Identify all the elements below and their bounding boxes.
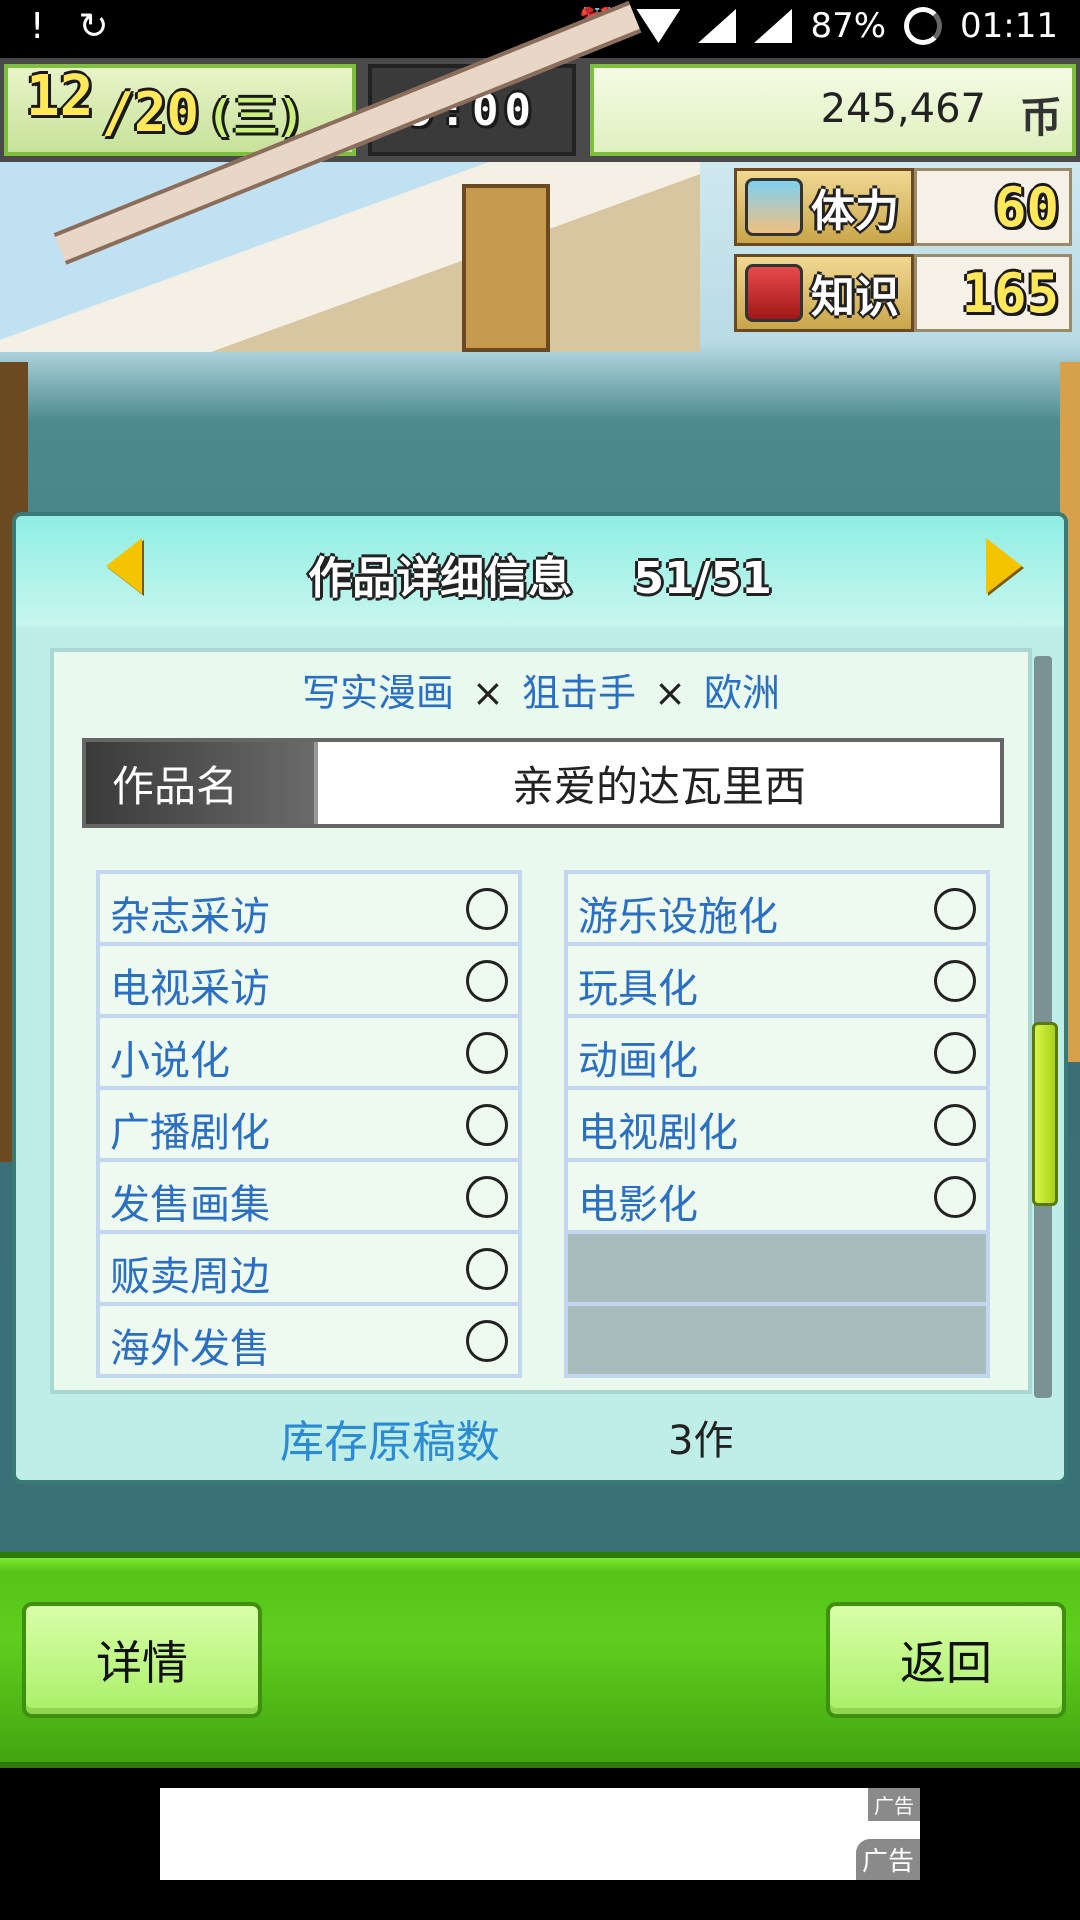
battery-icon — [904, 7, 943, 45]
media-list-right: 游乐设施化 玩具化 动画化 电视剧化 电影化 — [564, 870, 990, 1378]
room-wall — [0, 162, 700, 352]
circle-icon — [466, 1176, 508, 1218]
stat-name: 体力 — [811, 186, 899, 237]
work-name-field: 作品名 亲爱的达瓦里西 — [82, 738, 1004, 828]
list-item: 小说化 — [100, 1018, 518, 1090]
dialog-header: 作品详细信息 51/51 — [16, 516, 1064, 626]
circle-icon — [466, 1032, 508, 1074]
signal-icon — [698, 9, 737, 43]
stock-value: 3作 — [668, 1418, 734, 1464]
room-door — [462, 184, 550, 352]
list-item: 贩卖周边 — [100, 1234, 518, 1306]
weekday: (三) — [206, 91, 304, 142]
media-list-left: 杂志采访 电视采访 小说化 广播剧化 发售画集 贩卖周边 海外发售 — [96, 870, 522, 1378]
wifi-icon — [636, 9, 681, 43]
genre-2: 狙击手 — [521, 671, 636, 715]
detail-panel: 写实漫画 × 狙击手 × 欧洲 作品名 亲爱的达瓦里西 杂志采访 电视采访 小说… — [50, 648, 1032, 1394]
muscle-arm-icon — [745, 178, 803, 236]
month: 12 — [26, 64, 94, 129]
game-scene: 体力 60 知识 165 作品详细信息 51/51 写实漫画 × 狙击手 × 欧… — [0, 0, 1080, 1552]
circle-icon — [934, 1176, 976, 1218]
list-item: 电影化 — [568, 1162, 986, 1234]
next-arrow-icon[interactable] — [986, 538, 1022, 594]
dialog-title: 作品详细信息 51/51 — [308, 553, 772, 604]
list-item: 玩具化 — [568, 946, 986, 1018]
circle-icon — [466, 1104, 508, 1146]
list-item: 电视采访 — [100, 946, 518, 1018]
genre-sep: × — [472, 671, 504, 715]
stat-value: 165 — [961, 261, 1059, 325]
ad-banner[interactable]: 广告 广告 — [160, 1788, 920, 1880]
work-name-label: 作品名 — [86, 742, 314, 824]
list-item: 发售画集 — [100, 1162, 518, 1234]
circle-icon — [466, 960, 508, 1002]
money-panel: 245,467 币 — [590, 64, 1076, 156]
battery-text: 87% — [810, 6, 887, 46]
genre-sep: × — [654, 671, 686, 715]
bottom-bar: 详情 返回 — [0, 1552, 1080, 1768]
circle-icon — [934, 1032, 976, 1074]
stock-label: 库存原稿数 — [280, 1417, 500, 1468]
circle-icon — [466, 1320, 508, 1362]
work-detail-dialog: 作品详细信息 51/51 写实漫画 × 狙击手 × 欧洲 作品名 亲爱的达瓦里西… — [12, 512, 1068, 1484]
circle-icon — [934, 1104, 976, 1146]
list-item: 游乐设施化 — [568, 874, 986, 946]
genre-1: 写实漫画 — [301, 671, 454, 715]
genre-line: 写实漫画 × 狙击手 × 欧洲 — [54, 662, 1028, 717]
detail-button[interactable]: 详情 — [22, 1602, 262, 1718]
sync-icon: ↻ — [78, 6, 109, 47]
empty-slot — [568, 1306, 986, 1374]
top-hud: 12 /20 (三) 9:00 245,467 币 — [0, 58, 1080, 162]
stat-value: 60 — [993, 175, 1059, 239]
currency-icon: 币 — [1019, 93, 1062, 142]
list-item: 杂志采访 — [100, 874, 518, 946]
stat-stamina: 体力 60 — [734, 168, 1072, 246]
work-name-value: 亲爱的达瓦里西 — [314, 742, 1000, 824]
clock: 01:11 — [960, 6, 1058, 46]
money-value: 245,467 — [820, 86, 986, 132]
empty-slot — [568, 1234, 986, 1306]
ad-tag: 广告 — [868, 1788, 920, 1821]
ad-tag-large: 广告 — [855, 1839, 920, 1880]
day: /20 — [101, 81, 199, 144]
circle-icon — [934, 960, 976, 1002]
circle-icon — [466, 1248, 508, 1290]
scrollbar-thumb[interactable] — [1032, 1022, 1058, 1206]
list-item: 电视剧化 — [568, 1090, 986, 1162]
signal-icon-2 — [754, 9, 793, 43]
genre-3: 欧洲 — [704, 671, 781, 715]
circle-icon — [466, 888, 508, 930]
list-item: 海外发售 — [100, 1306, 518, 1374]
list-item: 广播剧化 — [100, 1090, 518, 1162]
stat-knowledge: 知识 165 — [734, 254, 1072, 332]
stat-name: 知识 — [811, 272, 899, 323]
circle-icon — [934, 888, 976, 930]
red-book-icon — [745, 264, 803, 322]
back-button[interactable]: 返回 — [826, 1602, 1066, 1718]
list-item: 动画化 — [568, 1018, 986, 1090]
stock-row: 库存原稿数 3作 — [16, 1406, 1064, 1468]
notification-icon: ! — [30, 6, 45, 47]
